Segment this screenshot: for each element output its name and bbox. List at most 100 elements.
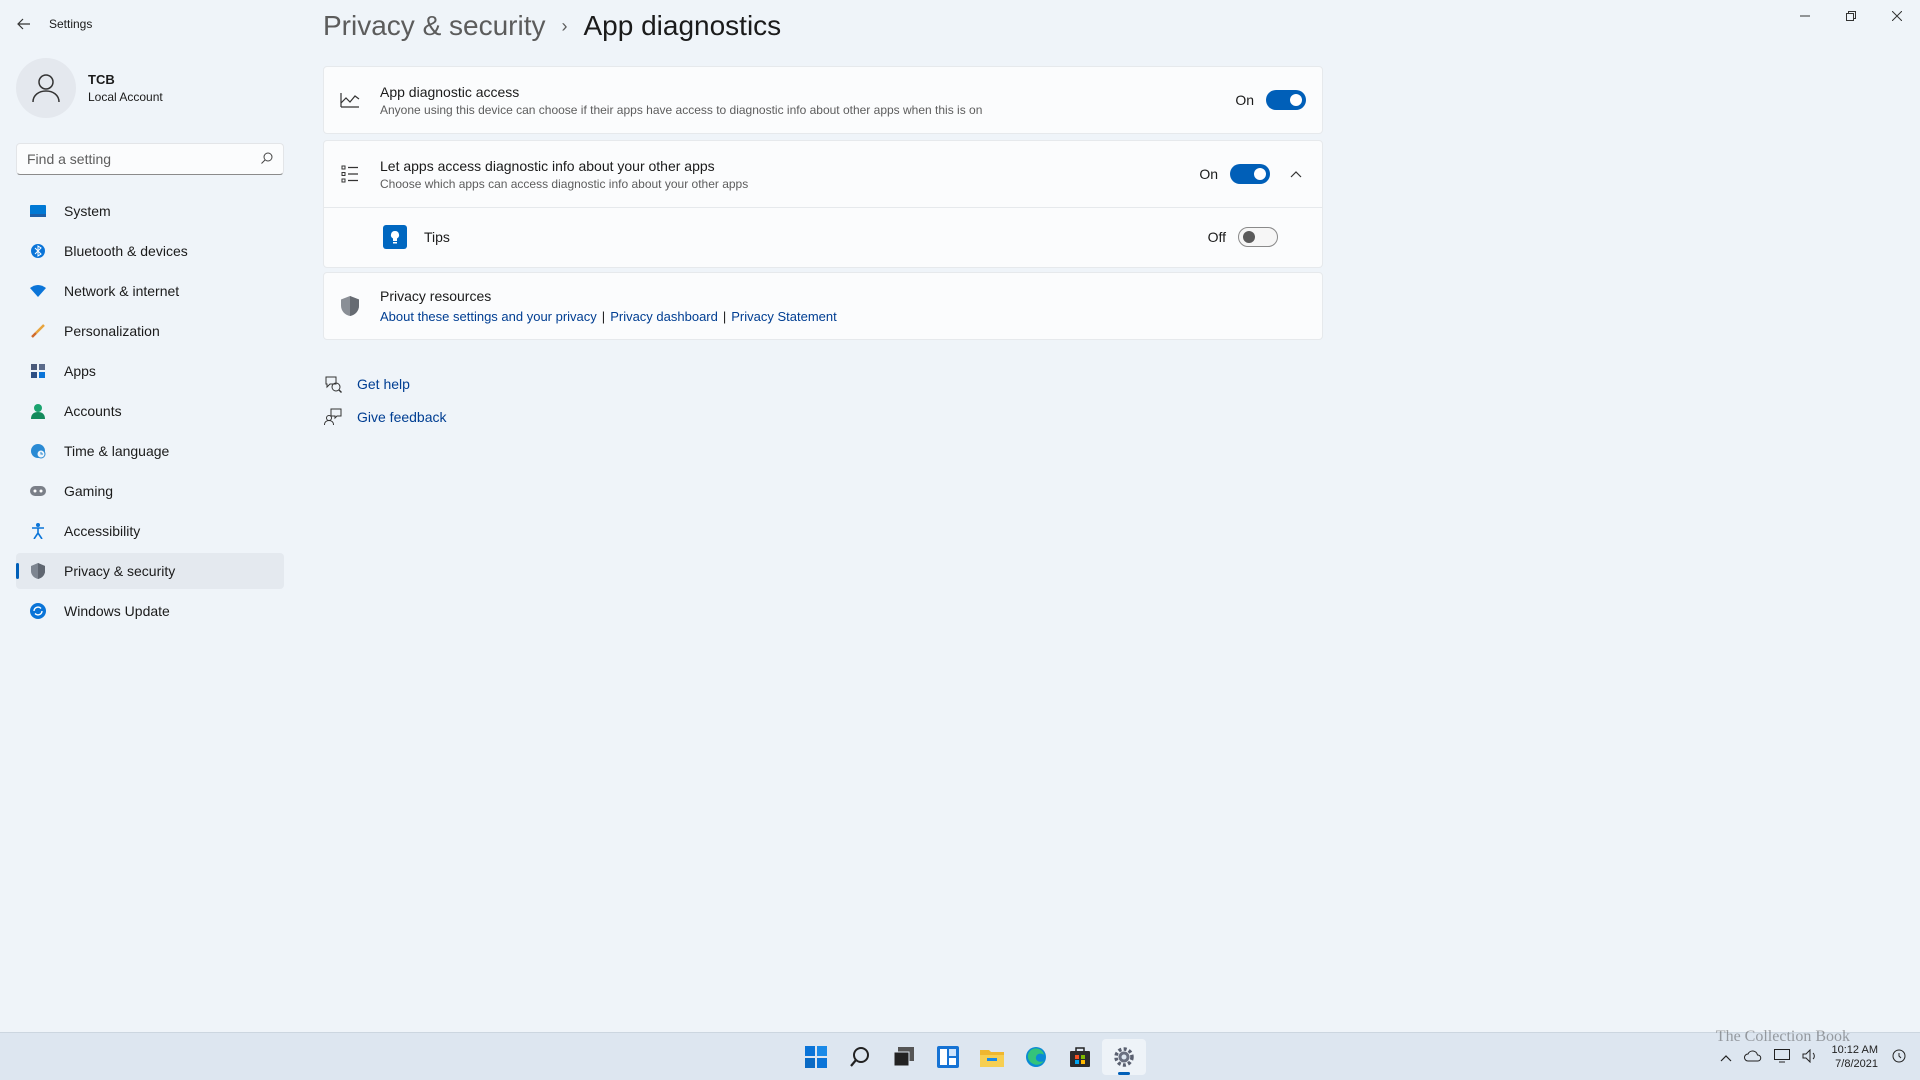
sidebar-item-system[interactable]: System — [16, 193, 284, 229]
task-view-button[interactable] — [882, 1039, 926, 1075]
sidebar-item-accounts[interactable]: Accounts — [16, 393, 284, 429]
sidebar-item-label: System — [64, 203, 111, 219]
watermark: The Collection Book — [1715, 1028, 1850, 1045]
settings-taskbar-button[interactable] — [1102, 1039, 1146, 1075]
sidebar-item-network[interactable]: Network & internet — [16, 273, 284, 309]
search-icon[interactable] — [261, 152, 273, 167]
privacy-resources-title: Privacy resources — [380, 288, 492, 304]
shield-icon — [28, 561, 48, 581]
sidebar-item-label: Accounts — [64, 403, 122, 419]
volume-icon[interactable] — [1802, 1048, 1818, 1066]
search-box[interactable] — [16, 143, 284, 175]
app-row-tips: Tips Off — [324, 208, 1322, 266]
sidebar-item-privacy-security[interactable]: Privacy & security — [16, 553, 284, 589]
folder-icon — [980, 1050, 1004, 1067]
sidebar-item-label: Windows Update — [64, 603, 170, 619]
file-explorer-button[interactable] — [970, 1039, 1014, 1075]
list-icon — [340, 164, 360, 184]
tips-app-icon — [383, 225, 407, 249]
user-name: TCB — [88, 72, 115, 87]
sidebar-nav: System Bluetooth & devices Network & int… — [16, 193, 284, 633]
get-help-label[interactable]: Get help — [357, 376, 410, 392]
breadcrumb-parent-link[interactable]: Privacy & security — [323, 10, 546, 42]
restore-button[interactable] — [1828, 0, 1874, 32]
search-button[interactable] — [838, 1039, 882, 1075]
link-separator: | — [722, 309, 727, 324]
taskbar-clock[interactable]: 10:12 AM 7/8/2021 — [1832, 1043, 1878, 1071]
sidebar-item-label: Privacy & security — [64, 563, 176, 579]
back-button[interactable] — [12, 12, 36, 36]
chevron-up-icon[interactable] — [1286, 164, 1306, 184]
give-feedback-link[interactable]: Give feedback — [323, 408, 447, 426]
privacy-resources-card: Privacy resources About these settings a… — [323, 272, 1323, 340]
app-diagnostic-access-toggle[interactable] — [1266, 90, 1306, 110]
app-title: Settings — [49, 17, 93, 31]
give-feedback-label[interactable]: Give feedback — [357, 409, 447, 425]
edge-browser-button[interactable] — [1014, 1039, 1058, 1075]
sidebar-item-personalization[interactable]: Personalization — [16, 313, 284, 349]
monitor-icon — [28, 201, 48, 221]
tips-toggle[interactable] — [1238, 227, 1278, 247]
user-account-type: Local Account — [88, 90, 163, 104]
feedback-icon — [323, 408, 343, 426]
sidebar-item-label: Time & language — [64, 443, 170, 459]
sidebar-item-bluetooth[interactable]: Bluetooth & devices — [16, 233, 284, 269]
let-apps-access-toggle[interactable] — [1230, 164, 1270, 184]
sidebar-item-windows-update[interactable]: Windows Update — [16, 593, 284, 629]
gear-icon — [1114, 1047, 1134, 1067]
sidebar-item-apps[interactable]: Apps — [16, 353, 284, 389]
network-icon[interactable] — [1773, 1048, 1790, 1066]
privacy-resources-row: Privacy resources About these settings a… — [324, 273, 1322, 339]
about-settings-link[interactable]: About these settings and your privacy — [380, 309, 597, 324]
accessibility-icon — [28, 521, 48, 541]
wifi-icon — [28, 281, 48, 301]
link-separator: | — [601, 309, 606, 324]
widgets-icon — [937, 1046, 959, 1068]
privacy-statement-link[interactable]: Privacy Statement — [731, 309, 837, 324]
brush-icon — [28, 321, 48, 341]
globe-clock-icon — [28, 441, 48, 461]
sidebar-item-gaming[interactable]: Gaming — [16, 473, 284, 509]
setting-title: Let apps access diagnostic info about yo… — [380, 157, 715, 174]
chart-icon — [340, 90, 360, 110]
page-title: App diagnostics — [583, 10, 782, 41]
notification-icon[interactable] — [1892, 1049, 1906, 1066]
close-button[interactable] — [1874, 0, 1920, 32]
gamepad-icon — [28, 481, 48, 501]
get-help-link[interactable]: Get help — [323, 375, 410, 393]
minimize-icon — [1800, 15, 1810, 17]
person-icon — [28, 401, 48, 421]
sidebar-item-label: Personalization — [64, 323, 160, 339]
store-icon — [1070, 1047, 1090, 1067]
taskbar-apps — [794, 1039, 1146, 1075]
toggle-state-label: Off — [1207, 229, 1226, 245]
privacy-dashboard-link[interactable]: Privacy dashboard — [610, 309, 718, 324]
setting-description: Choose which apps can access diagnostic … — [380, 176, 749, 191]
app-diagnostic-access-card: App diagnostic access Anyone using this … — [323, 66, 1323, 134]
widgets-button[interactable] — [926, 1039, 970, 1075]
setting-title: App diagnostic access — [380, 83, 520, 100]
start-button[interactable] — [794, 1039, 838, 1075]
edge-icon — [1026, 1047, 1046, 1067]
let-apps-access-row[interactable]: Let apps access diagnostic info about yo… — [324, 141, 1322, 207]
sidebar-item-accessibility[interactable]: Accessibility — [16, 513, 284, 549]
user-profile[interactable]: TCB Local Account — [16, 58, 163, 118]
apps-icon — [28, 361, 48, 381]
sidebar-item-time-language[interactable]: Time & language — [16, 433, 284, 469]
windows-logo-icon — [805, 1046, 827, 1068]
bluetooth-icon — [28, 241, 48, 261]
window-controls — [1782, 0, 1920, 32]
title-bar: Settings — [0, 0, 1920, 48]
help-chat-icon — [323, 375, 343, 393]
store-button[interactable] — [1058, 1039, 1102, 1075]
sidebar-item-label: Bluetooth & devices — [64, 243, 188, 259]
minimize-button[interactable] — [1782, 0, 1828, 32]
cloud-icon[interactable] — [1743, 1049, 1762, 1065]
chevron-up-icon[interactable] — [1720, 1050, 1732, 1065]
search-input[interactable] — [27, 151, 261, 167]
taskbar: 10:12 AM 7/8/2021 — [0, 1032, 1920, 1080]
sidebar-item-label: Accessibility — [64, 523, 141, 539]
breadcrumb: Privacy & security › App diagnostics — [323, 10, 781, 42]
privacy-links: About these settings and your privacy | Pr… — [380, 309, 837, 324]
sidebar-item-label: Apps — [64, 363, 96, 379]
